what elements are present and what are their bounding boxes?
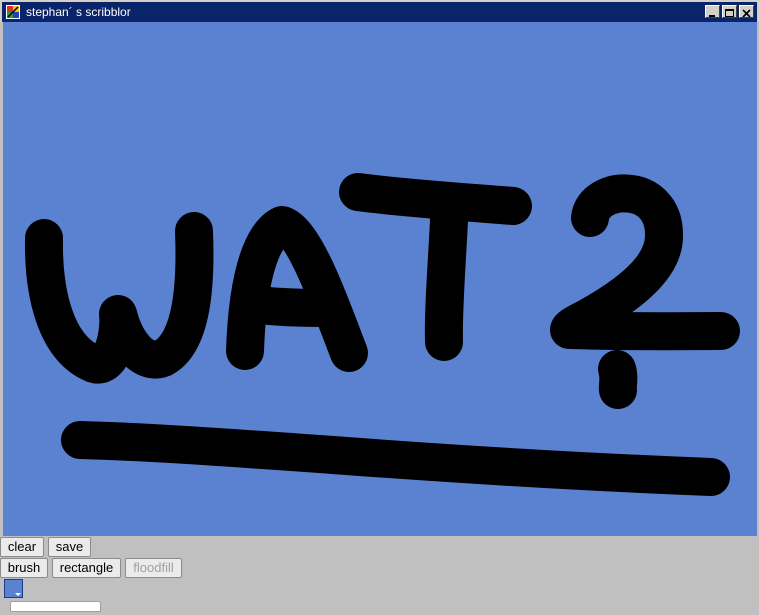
maximize-icon: [725, 9, 734, 17]
close-icon: [742, 9, 751, 18]
brush-button[interactable]: brush: [0, 558, 48, 578]
app-icon: [6, 5, 20, 19]
dropdown-arrow-icon: [15, 593, 21, 596]
scribble-underline: [61, 421, 730, 496]
floodfill-button: floodfill: [125, 558, 182, 578]
color-picker-button[interactable]: [4, 579, 23, 598]
window-title: stephan´ s scribblor: [26, 5, 131, 19]
close-button[interactable]: [739, 5, 754, 18]
rectangle-button[interactable]: rectangle: [52, 558, 121, 578]
drawing-canvas[interactable]: [3, 22, 757, 536]
scribble-letter-t-top: [339, 173, 532, 225]
scribble-question-bar: [554, 311, 740, 351]
title-bar[interactable]: stephan´ s scribblor: [0, 0, 759, 22]
scribble-letter-a-bar: [238, 286, 340, 327]
minimize-button[interactable]: [705, 5, 720, 18]
scribble-letter-w: [24, 212, 214, 384]
clear-button[interactable]: clear: [0, 537, 44, 557]
scribble-drawing: [24, 173, 740, 496]
minimize-icon: [709, 15, 715, 17]
scribble-question-dot: [598, 350, 638, 409]
scribble-question-curve: [550, 174, 684, 349]
maximize-button[interactable]: [722, 5, 737, 18]
app-window: stephan´ s scribblor clear save brush re…: [0, 0, 759, 615]
scribble-letter-t-stem: [424, 201, 468, 361]
save-button[interactable]: save: [48, 537, 91, 557]
size-input[interactable]: [10, 601, 101, 612]
